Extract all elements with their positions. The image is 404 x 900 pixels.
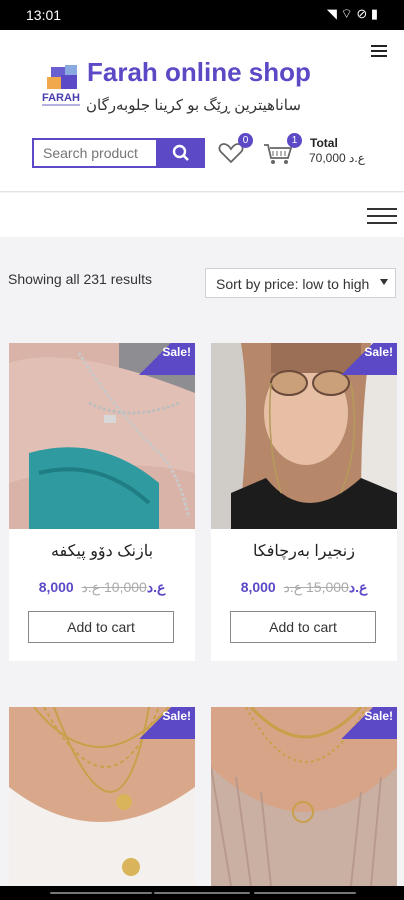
product-price: 8,000 ع.د10,000 ع.د [9,579,195,596]
product-price: 8,000 ع.د15,000 ع.د [211,579,397,596]
status-time: 13:01 [26,7,62,23]
system-nav-bar [0,886,404,900]
search-form [32,138,205,168]
regular-price: 10,000 ع.د [81,579,147,595]
hamburger-menu-icon[interactable] [367,208,397,228]
sale-badge: Sale! [317,707,397,739]
nav-bar [0,193,404,237]
search-button[interactable] [156,138,205,168]
menu-icon[interactable] [371,45,387,58]
product-card[interactable]: Sale! [211,707,397,886]
status-icons: ◥ ⌔ ⊘ ▮ [326,6,378,21]
search-input[interactable] [32,138,156,168]
site-title[interactable]: Farah online shop [87,57,311,88]
sale-badge: Sale! [115,707,195,739]
logo-text: FARAH [42,92,80,104]
product-name[interactable]: بازنک دۆو پیکفە [9,541,195,561]
sort-selected-value: Sort by price: low to high [216,276,370,292]
sale-badge: Sale! [115,343,195,375]
product-name[interactable]: زنجیرا بەرچافکا [211,541,397,561]
cart-total-label: Total [310,136,338,150]
logo[interactable]: FARAH [41,63,87,109]
site-tagline: ساناهیترین ڕێگ بو کرینا جلوبەرگان [86,97,301,114]
product-image-coin-necklace[interactable]: Sale! [211,707,397,886]
product-image-layered-necklace[interactable]: Sale! [9,707,195,886]
nav-handle-right[interactable] [254,892,356,894]
nav-handle-left[interactable] [50,892,152,894]
cart-count-badge: 1 [287,133,302,148]
search-icon [172,144,189,161]
nav-handle-home[interactable] [154,892,250,894]
dropdown-arrow-icon [380,279,388,285]
wishlist-count-badge: 0 [238,133,253,148]
regular-price: 15,000 ع.د [283,579,349,595]
add-to-cart-button[interactable]: Add to cart [230,611,376,643]
status-bar: 13:01 ◥ ⌔ ⊘ ▮ [0,0,404,30]
product-card[interactable]: Sale! زنجیرا بەرچافکا 8,000 ع.د15,000 ع.… [211,343,397,661]
site-header: FARAH Farah online shop ساناهیترین ڕێگ ب… [0,30,404,192]
sale-badge: Sale! [317,343,397,375]
product-card[interactable]: Sale! بازنک دۆو پیکفە 8,000 ع.د10,000 ع.… [9,343,195,661]
product-image-bracelet[interactable]: Sale! [9,343,195,529]
product-card[interactable]: Sale! [9,707,195,886]
cart-total-value: 70,000 ع.د [309,151,365,165]
product-image-glasses-chain[interactable]: Sale! [211,343,397,529]
results-count: Showing all 231 results [8,271,152,287]
add-to-cart-button[interactable]: Add to cart [28,611,174,643]
sort-select[interactable]: Sort by price: low to high [205,268,396,298]
